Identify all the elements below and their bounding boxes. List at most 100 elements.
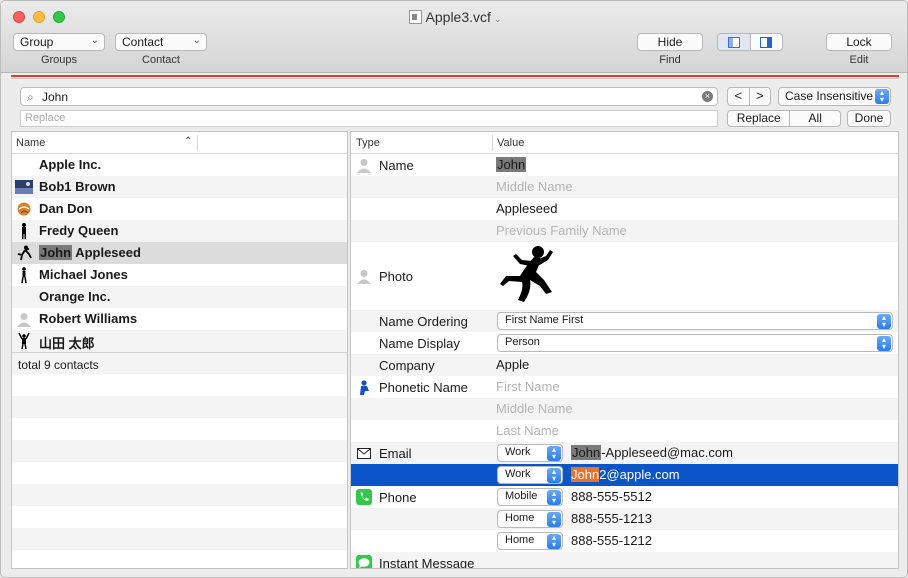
phone-row[interactable]: Phone Mobile ▴ ▾ 888-555-5512	[351, 486, 898, 508]
phone-field[interactable]: 888-555-1213	[571, 511, 652, 526]
company-row[interactable]: Company Apple	[351, 354, 898, 376]
contact-list-header[interactable]: Name ⌃	[12, 132, 347, 154]
middle-name-field[interactable]: Middle Name	[496, 179, 573, 194]
previous-family-name-row[interactable]: Previous Family Name	[351, 220, 898, 242]
sidebar-right-view-button[interactable]	[751, 34, 783, 50]
person-icon	[356, 268, 372, 284]
search-field[interactable]: ⌕ John ×	[20, 87, 718, 106]
contact-list: Name ⌃ Apple Inc. Bob1 Brown Dan Don Fre…	[11, 131, 348, 569]
photo-row[interactable]: Photo	[351, 242, 898, 310]
done-button[interactable]: Done	[847, 110, 891, 127]
find-label: Find	[659, 54, 681, 66]
email-type-popup[interactable]: Work ▴ ▾	[497, 444, 563, 462]
photo-label: Photo	[379, 269, 413, 284]
contact-row[interactable]: Orange Inc.	[12, 286, 347, 308]
lock-button[interactable]: Lock	[826, 33, 892, 51]
edit-label: Edit	[849, 54, 869, 66]
current-match-highlight: John	[571, 467, 600, 482]
case-sensitivity-popup[interactable]: Case Insensitive ▴ ▾	[778, 87, 891, 106]
sort-ascending-icon: ⌃	[184, 136, 193, 147]
contact-count: total 9 contacts	[12, 352, 347, 374]
search-match-highlight: John	[39, 245, 73, 260]
details-header: Type Value	[351, 132, 898, 154]
phonetic-first-field[interactable]: First Name	[496, 379, 560, 394]
contact-row[interactable]: Robert Williams	[12, 308, 347, 330]
value-column-header[interactable]: Value	[497, 137, 524, 149]
app-window: Apple3.vcf ⌄ Group ⌄ Groups Contact ⌄ Conta…	[0, 0, 908, 578]
contact-label: Contact	[142, 54, 180, 66]
contact-row[interactable]: Bob1 Brown	[12, 176, 347, 198]
document-icon	[408, 10, 422, 24]
stepper-arrows-icon: ▴ ▾	[547, 512, 561, 527]
replace-all-button[interactable]: All	[790, 111, 840, 126]
email-field[interactable]: John2@apple.com	[571, 467, 680, 482]
previous-family-name-field[interactable]: Previous Family Name	[496, 223, 627, 238]
search-match-highlight: John	[571, 445, 602, 460]
search-input[interactable]: John	[42, 90, 68, 104]
name-ordering-row: Name Ordering First Name First ▴ ▾	[351, 310, 898, 332]
walking-figure-icon	[15, 267, 33, 283]
name-ordering-label: Name Ordering	[379, 314, 468, 329]
email-row[interactable]: Email Work ▴ ▾ John-Appleseed@mac.com	[351, 442, 898, 464]
sidebar-left-view-button[interactable]	[718, 34, 750, 50]
type-column-header[interactable]: Type	[356, 137, 380, 149]
contact-photo[interactable]	[496, 244, 558, 307]
email-row-selected[interactable]: Work ▴ ▾ John2@apple.com	[351, 464, 898, 486]
middle-name-row[interactable]: Middle Name	[351, 176, 898, 198]
replace-controls: Replace All	[727, 110, 841, 127]
name-display-popup[interactable]: Person ▴ ▾	[497, 334, 893, 352]
phone-type-popup[interactable]: Home ▴ ▾	[497, 510, 563, 528]
chevron-down-icon: ⌄	[192, 35, 201, 46]
replace-input[interactable]: Replace	[20, 110, 718, 127]
standing-figure-icon	[15, 223, 33, 239]
phonetic-middle-field[interactable]: Middle Name	[496, 401, 573, 416]
chevron-down-icon: ⌄	[90, 35, 99, 46]
contact-row[interactable]: Dan Don	[12, 198, 347, 220]
phone-row[interactable]: Home ▴ ▾ 888-555-1213	[351, 508, 898, 530]
name-column-header[interactable]: Name	[16, 137, 45, 149]
find-next-button[interactable]: >	[750, 88, 771, 105]
phone-type-popup[interactable]: Home ▴ ▾	[497, 532, 563, 550]
email-type-popup[interactable]: Work ▴ ▾	[497, 466, 563, 484]
find-bar: ⌕ John × Replace < > Case Insensitive ▴ ▾…	[11, 78, 899, 130]
groups-label: Groups	[40, 54, 78, 66]
last-name-field[interactable]: Appleseed	[496, 201, 557, 216]
replace-button[interactable]: Replace	[728, 111, 789, 126]
last-name-row[interactable]: Appleseed	[351, 198, 898, 220]
stepper-arrows-icon: ▴ ▾	[875, 89, 889, 104]
contact-row[interactable]: Fredy Queen	[12, 220, 347, 242]
group-popup[interactable]: Group ⌄	[13, 33, 105, 51]
phone-field[interactable]: 888-555-1212	[571, 533, 652, 548]
hide-button[interactable]: Hide	[637, 33, 703, 51]
view-segmented-control[interactable]	[717, 33, 783, 51]
contact-details: Type Value Name John Middle Name Applese…	[350, 131, 899, 569]
phone-type-popup[interactable]: Mobile ▴ ▾	[497, 488, 563, 506]
contact-popup[interactable]: Contact ⌄	[115, 33, 207, 51]
phone-row[interactable]: Home ▴ ▾ 888-555-1212	[351, 530, 898, 552]
name-first-row[interactable]: Name John	[351, 154, 898, 176]
person-icon	[356, 157, 372, 173]
email-field[interactable]: John-Appleseed@mac.com	[571, 445, 733, 460]
phone-field[interactable]: 888-555-5512	[571, 489, 652, 504]
window-title[interactable]: Apple3.vcf ⌄	[1, 9, 907, 25]
phonetic-middle-row[interactable]: Middle Name	[351, 398, 898, 420]
ball-icon	[15, 201, 33, 217]
phonetic-name-label: Phonetic Name	[379, 380, 468, 395]
clear-search-icon[interactable]: ×	[702, 91, 713, 102]
message-icon	[356, 555, 372, 568]
sidebar-right-icon	[760, 36, 773, 48]
company-field[interactable]: Apple	[496, 357, 529, 372]
instant-message-row[interactable]: Instant Message	[351, 552, 898, 568]
phonetic-last-row[interactable]: Last Name	[351, 420, 898, 442]
contact-row[interactable]: 山田 太郎	[12, 330, 347, 352]
email-label: Email	[379, 446, 412, 461]
contact-row-selected[interactable]: John Appleseed	[12, 242, 347, 264]
name-ordering-popup[interactable]: First Name First ▴ ▾	[497, 312, 893, 330]
phonetic-first-row[interactable]: Phonetic Name First Name	[351, 376, 898, 398]
first-name-field[interactable]: John	[496, 157, 527, 172]
phonetic-last-field[interactable]: Last Name	[496, 423, 559, 438]
contact-row[interactable]: Michael Jones	[12, 264, 347, 286]
contact-row[interactable]: Apple Inc.	[12, 154, 347, 176]
jumping-figure-icon	[15, 245, 33, 261]
find-previous-button[interactable]: <	[728, 88, 749, 105]
